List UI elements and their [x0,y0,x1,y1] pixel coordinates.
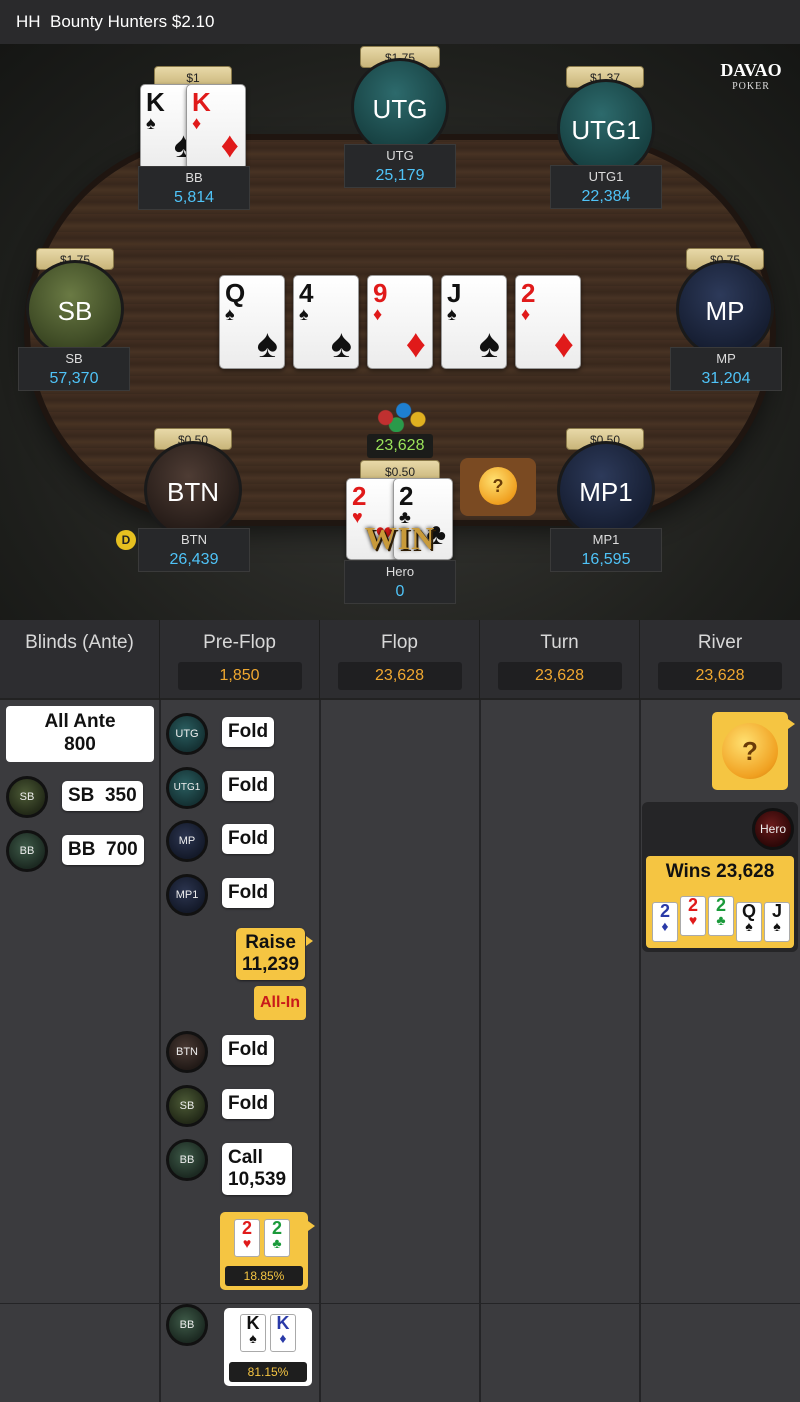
position-badge-sb: SB [6,776,48,818]
street-blinds[interactable]: Blinds (Ante) [0,620,160,700]
position-badge-utg: UTG [166,713,208,755]
win-card-2: 2 ♥ [680,896,706,936]
win-card-3: 2 ♣ [708,896,734,936]
pot-amount: 23,628 [367,434,433,458]
table-title: HH Bounty Hunters $2.10 [16,12,215,31]
board-card-4: J ♠ ♠ [441,275,507,369]
poker-table: DAVAO POKER $1 K ♠ ♠ K ♦ ♦ BB 5,814 $1.7… [0,44,800,620]
position-badge-bb: BB [166,1304,208,1346]
board-card-5: 2 ♦ ♦ [515,275,581,369]
position-badge-btn: BTN [166,1031,208,1073]
avatar-mp[interactable]: MP [676,260,774,358]
seat-plate-mp1[interactable]: MP1 16,595 [550,528,662,572]
seat-plate-mp[interactable]: MP 31,204 [670,347,782,391]
dealer-button-icon: D [116,530,136,550]
blind-bb: BB 700 [62,835,144,865]
street-flop[interactable]: Flop 23,628 [320,620,480,700]
board-card-2: 4 ♠ ♠ [293,275,359,369]
hero-raise: Raise 11,239 [236,928,306,980]
action-call: Call 10,539 [222,1143,293,1195]
river-emoji-box[interactable]: ? [712,712,788,790]
bb-equity: 81.15% [229,1362,307,1382]
action-fold: Fold [222,1089,275,1119]
bb-hole-card-2[interactable]: K ♦ ♦ [186,84,246,170]
blind-sb: SB 350 [62,781,143,811]
all-in-tag: All-In [254,986,306,1020]
board-card-3: 9 ♦ ♦ [367,275,433,369]
title-bar: HH Bounty Hunters $2.10 [0,0,800,44]
win-card-4: Q ♠ [736,902,762,942]
avatar-utg1[interactable]: UTG1 [557,79,655,177]
win-label: WIN [364,520,436,556]
action-fold: Fold [222,824,275,854]
bb-card-mini-1: K ♠ [240,1314,266,1352]
position-badge-hero: Hero [752,808,794,850]
board-card-1: Q ♠ ♠ [219,275,285,369]
position-badge-bb: BB [166,1139,208,1181]
action-fold: Fold [222,1035,275,1065]
avatar-mp1[interactable]: MP1 [557,441,655,539]
street-turn[interactable]: Turn 23,628 [480,620,640,700]
seat-plate-utg[interactable]: UTG 25,179 [344,144,456,188]
win-card-1: 2 ♦ [652,902,678,942]
thinking-emoji-icon: ? [722,723,778,779]
avatar-sb[interactable]: SB [26,260,124,358]
position-badge-mp1: MP1 [166,874,208,916]
river-wins-label: Wins 23,628 [665,861,775,882]
hero-card-mini-1: 2 ♥ [234,1219,260,1257]
seat-plate-bb[interactable]: BB 5,814 [138,166,250,210]
street-pot: 23,628 [497,662,622,690]
position-badge-bb: BB [6,830,48,872]
street-preflop[interactable]: Pre-Flop 1,850 [160,620,320,700]
river-result-box: Hero Wins 23,628 2 ♦ 2 ♥ 2 ♣ Q ♠ J ♠ [642,802,798,952]
seat-plate-utg1[interactable]: UTG1 22,384 [550,165,662,209]
street-pot: 1,850 [177,662,302,690]
avatar-utg[interactable]: UTG [351,58,449,156]
avatar-btn[interactable]: BTN [144,441,242,539]
seat-plate-btn[interactable]: BTN 26,439 [138,528,250,572]
seat-plate-hero[interactable]: Hero 0 [344,560,456,604]
thinking-emoji-icon: ? [479,467,517,505]
action-fold: Fold [222,771,275,801]
action-fold: Fold [222,717,275,747]
emoji-bubble[interactable]: ? [460,458,536,516]
street-pot: 23,628 [658,662,782,690]
action-fold: Fold [222,878,275,908]
pot-chips-icon [364,396,436,432]
position-badge-mp: MP [166,820,208,862]
hero-equity: 18.85% [225,1266,303,1286]
seat-plate-sb[interactable]: SB 57,370 [18,347,130,391]
bb-card-mini-2: K ♦ [270,1314,296,1352]
street-header: Blinds (Ante) Pre-Flop 1,850 Flop 23,628… [0,620,800,700]
ante-box: All Ante 800 [6,706,154,762]
street-river[interactable]: River 23,628 [640,620,800,700]
brand-logo: DAVAO POKER [720,60,782,92]
street-pot: 23,628 [337,662,462,690]
win-card-5: J ♠ [764,902,790,942]
position-badge-utg1: UTG1 [166,767,208,809]
position-badge-sb: SB [166,1085,208,1127]
hero-card-mini-2: 2 ♣ [264,1219,290,1257]
